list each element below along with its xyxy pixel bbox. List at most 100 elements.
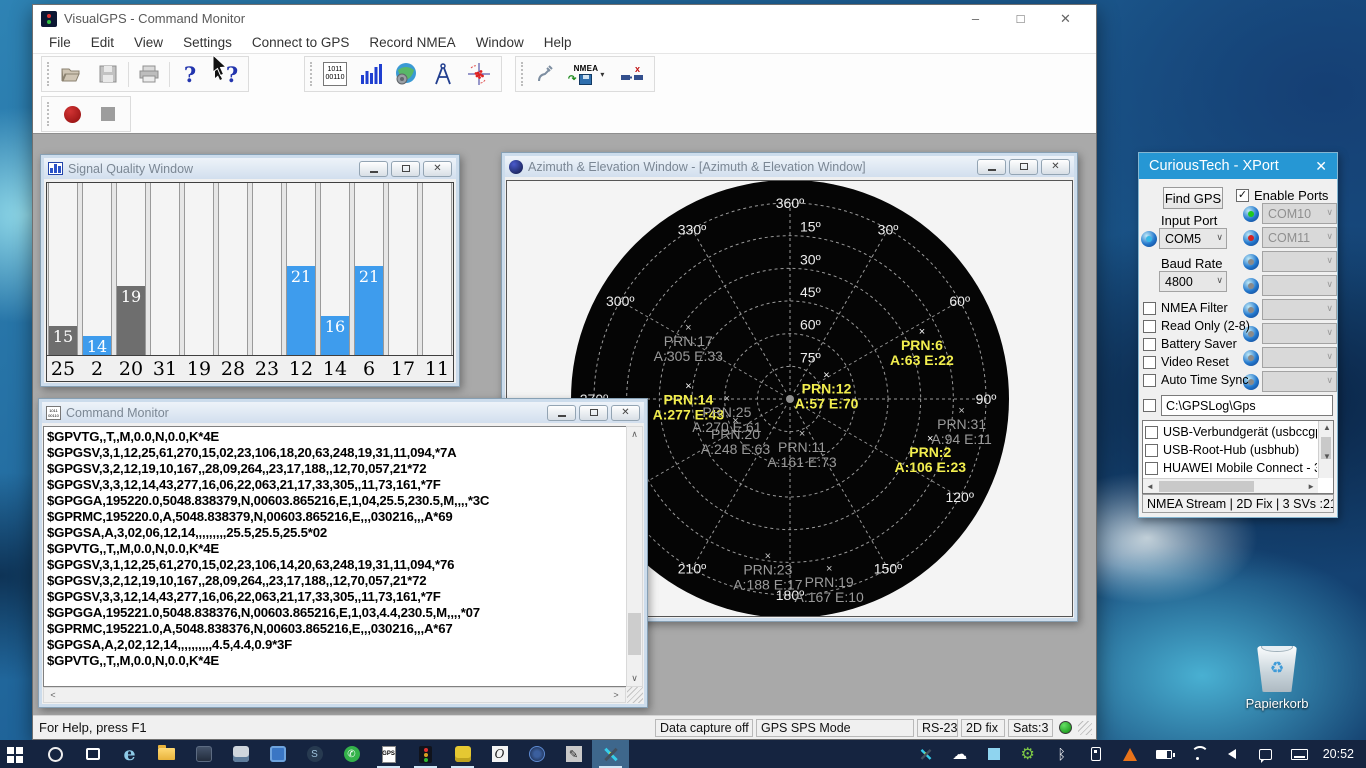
bluetooth-icon[interactable]: ᛒ — [1045, 746, 1079, 762]
volume-icon[interactable] — [1215, 749, 1249, 759]
print-button[interactable] — [131, 59, 167, 90]
option-battery-saver[interactable]: Battery Saver — [1143, 335, 1239, 353]
close-button[interactable]: ✕ — [611, 405, 640, 421]
toolbar-drag-handle[interactable] — [47, 102, 50, 126]
port-select[interactable]: ∨ — [1262, 251, 1337, 272]
menu-settings[interactable]: Settings — [173, 32, 242, 53]
menu-view[interactable]: View — [124, 32, 173, 53]
horizontal-scrollbar[interactable]: < > — [43, 687, 626, 703]
restore-button[interactable] — [391, 161, 420, 177]
usb-device-list[interactable]: USB-Verbundgerät (usbccgp)USB-Root-Hub (… — [1142, 420, 1334, 494]
app-icon-web[interactable] — [518, 740, 555, 768]
stop-button[interactable] — [90, 99, 126, 130]
scatter-plot-window-button[interactable] — [461, 59, 497, 90]
port-select[interactable]: COM11∨ — [1262, 227, 1337, 248]
signal-quality-title-bar[interactable]: Signal Quality Window ✕ — [44, 158, 456, 179]
resize-grip[interactable] — [627, 687, 643, 703]
log-path-checkbox[interactable] — [1143, 399, 1156, 412]
task-view-button[interactable] — [74, 740, 111, 768]
port-select[interactable]: ∨ — [1262, 323, 1337, 344]
scroll-thumb[interactable] — [1159, 481, 1254, 492]
signal-quality-window-button[interactable] — [353, 59, 389, 90]
port-select[interactable]: ∨ — [1262, 299, 1337, 320]
option-auto-time-sync[interactable]: Auto Time Sync — [1143, 371, 1239, 389]
minimize-button[interactable] — [977, 159, 1006, 175]
azimuth-elevation-window-button[interactable] — [389, 59, 425, 90]
disconnect-button[interactable]: x — [614, 59, 650, 90]
xport-title-bar[interactable]: CuriousTech - XPort ✕ — [1139, 153, 1337, 179]
minimize-button[interactable] — [547, 405, 576, 421]
start-button[interactable] — [0, 740, 37, 768]
log-path-field[interactable]: C:\GPSLog\Gps — [1161, 395, 1333, 416]
app-icon-2[interactable] — [222, 740, 259, 768]
menu-connect-to-gps[interactable]: Connect to GPS — [242, 32, 360, 53]
toolbar-drag-handle[interactable] — [47, 62, 50, 86]
port-select[interactable]: ∨ — [1262, 275, 1337, 296]
save-button[interactable] — [90, 59, 126, 90]
device-item[interactable]: USB-Verbundgerät (usbccgp) — [1145, 423, 1317, 441]
menu-help[interactable]: Help — [534, 32, 582, 53]
close-button[interactable]: ✕ — [423, 161, 452, 177]
edge-browser-icon[interactable]: e — [111, 740, 148, 768]
enable-ports-checkbox[interactable]: ✓ Enable Ports — [1236, 188, 1328, 203]
wifi-icon[interactable] — [1181, 748, 1215, 760]
connect-gps-button[interactable] — [528, 59, 564, 90]
window-resize-grip[interactable] — [1078, 721, 1092, 735]
close-icon[interactable]: ✕ — [1315, 158, 1327, 175]
record-nmea-button[interactable]: NMEA ↷ ▾ — [564, 59, 614, 90]
device-list-hscrollbar[interactable]: ◄ ► — [1143, 478, 1318, 493]
restore-button[interactable] — [1009, 159, 1038, 175]
app-icon-yellow[interactable] — [444, 740, 481, 768]
title-bar[interactable]: VisualGPS - Command Monitor – □ ✕ — [33, 5, 1096, 32]
app-icon-o[interactable]: O — [481, 740, 518, 768]
survey-compass-button[interactable] — [425, 59, 461, 90]
option-read-only-2-8-[interactable]: Read Only (2-8) — [1143, 317, 1239, 335]
menu-edit[interactable]: Edit — [81, 32, 124, 53]
file-explorer-icon[interactable] — [148, 740, 185, 768]
minimize-button[interactable]: – — [953, 6, 998, 32]
onedrive-cloud-icon[interactable]: ☁ — [943, 745, 977, 763]
maximize-button[interactable]: □ — [998, 6, 1043, 32]
toolbar-drag-handle[interactable] — [310, 62, 313, 86]
device-item[interactable]: HUAWEI Mobile Connect - 3G M — [1145, 459, 1317, 477]
open-file-button[interactable] — [54, 59, 90, 90]
xport-taskbar-icon[interactable] — [592, 740, 629, 768]
vertical-scroll-thumb[interactable] — [628, 613, 641, 654]
input-port-select[interactable]: COM5∨ — [1159, 228, 1227, 249]
find-gps-button[interactable]: Find GPS — [1163, 187, 1223, 209]
menu-record-nmea[interactable]: Record NMEA — [359, 32, 465, 53]
taskbar-clock[interactable]: 20:52 — [1317, 747, 1366, 761]
action-center-icon[interactable] — [1249, 749, 1283, 760]
app-icon-1[interactable] — [185, 740, 222, 768]
port-select[interactable]: ∨ — [1262, 347, 1337, 368]
close-button[interactable]: ✕ — [1043, 6, 1088, 32]
app-icon-4[interactable]: S — [296, 740, 333, 768]
usb-device-icon[interactable] — [1079, 747, 1113, 761]
minimize-button[interactable] — [359, 161, 388, 177]
port-select[interactable]: COM10∨ — [1262, 203, 1337, 224]
port-select[interactable]: ∨ — [1262, 371, 1337, 392]
battery-icon[interactable] — [1147, 750, 1181, 759]
menu-file[interactable]: File — [39, 32, 81, 53]
recycle-bin[interactable]: Papierkorb — [1238, 646, 1316, 711]
cortana-search-button[interactable] — [37, 740, 74, 768]
record-button[interactable] — [54, 99, 90, 130]
vertical-scrollbar[interactable]: ∧ ∨ — [626, 426, 643, 687]
baud-rate-select[interactable]: 4800∨ — [1159, 271, 1227, 292]
dropbox-icon[interactable] — [977, 748, 1011, 760]
visualgps-taskbar-icon[interactable] — [407, 740, 444, 768]
checkbox-checked[interactable]: ✓ — [1236, 189, 1249, 202]
app-icon-3[interactable] — [259, 740, 296, 768]
settings-gear-icon[interactable]: ⚙ — [1011, 744, 1045, 764]
app-icon-pen[interactable]: ✎ — [555, 740, 592, 768]
touch-keyboard-icon[interactable] — [1283, 749, 1317, 760]
nmea-dropdown-arrow[interactable]: ▾ — [600, 70, 604, 79]
azimuth-title-bar[interactable]: Azimuth & Elevation Window - [Azimuth & … — [505, 156, 1074, 177]
vlc-icon[interactable] — [1113, 748, 1147, 761]
restore-button[interactable] — [579, 405, 608, 421]
device-item[interactable]: USB-Root-Hub (usbhub) — [1145, 441, 1317, 459]
toolbar-drag-handle[interactable] — [521, 62, 524, 86]
command-monitor-window-button[interactable]: 101100110 — [317, 59, 353, 90]
xport-tray-icon[interactable] — [909, 745, 943, 763]
option-nmea-filter[interactable]: NMEA Filter — [1143, 299, 1239, 317]
